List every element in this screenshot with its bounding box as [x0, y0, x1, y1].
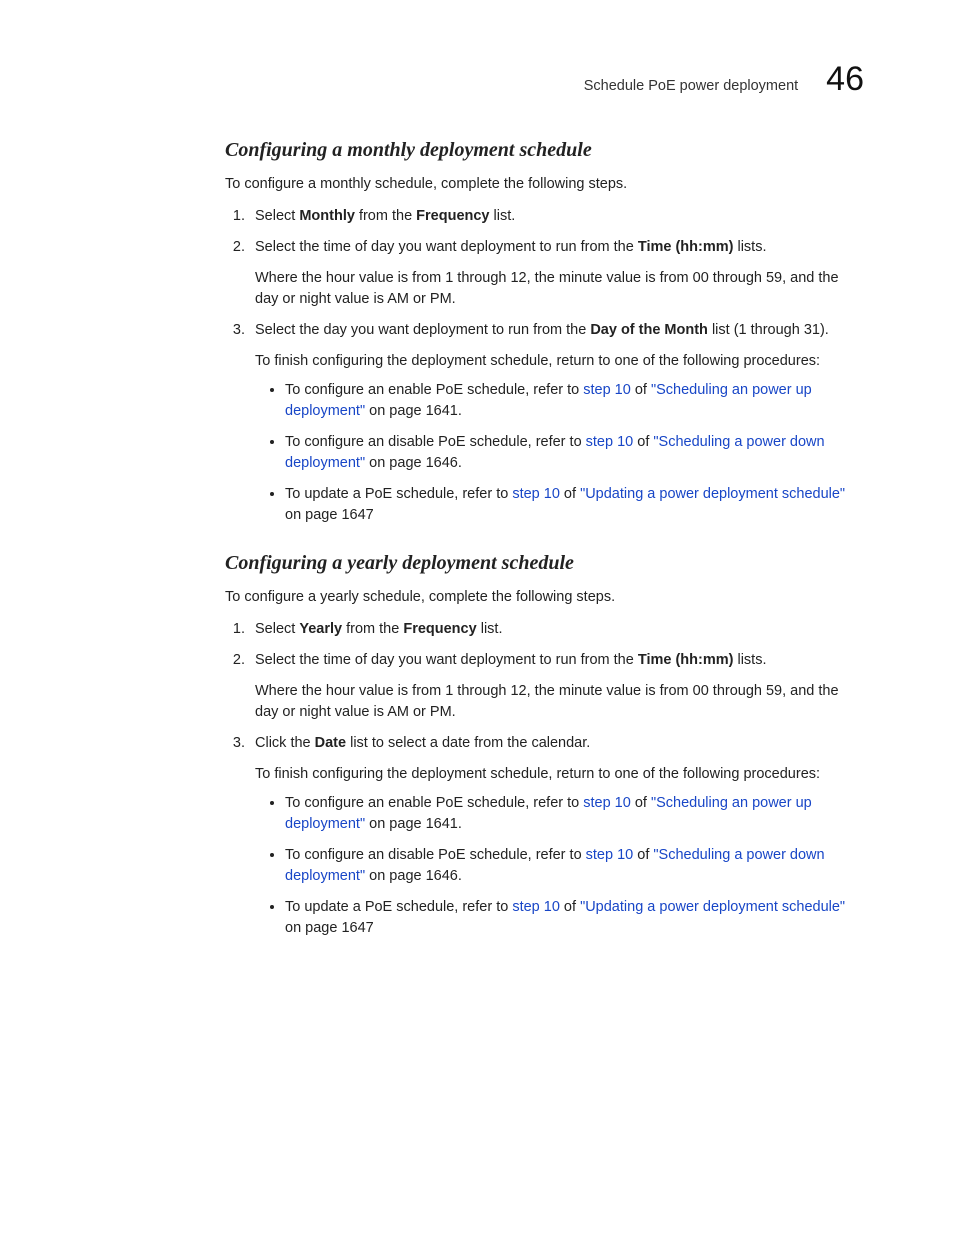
intro-monthly: To configure a monthly schedule, complet…: [225, 176, 864, 192]
bold-yearly: Yearly: [299, 621, 342, 637]
text: To update a PoE schedule, refer to: [285, 899, 512, 915]
bold-frequency: Frequency: [416, 208, 489, 224]
text: Select the time of day you want deployme…: [255, 652, 638, 668]
bullet-update: To update a PoE schedule, refer to step …: [285, 484, 864, 526]
intro-yearly: To configure a yearly schedule, complete…: [225, 589, 864, 605]
link-step10[interactable]: step 10: [512, 899, 560, 915]
bold-time: Time (hh:mm): [638, 652, 734, 668]
text: on page 1647: [285, 507, 374, 523]
finish-bullets: To configure an enable PoE schedule, ref…: [255, 380, 864, 526]
text: To configure an disable PoE schedule, re…: [285, 434, 586, 450]
text: list to select a date from the calendar.: [346, 735, 590, 751]
text: on page 1641.: [365, 816, 462, 832]
text: Select: [255, 621, 299, 637]
text: on page 1646.: [365, 868, 462, 884]
page: Schedule PoE power deployment 46 Configu…: [0, 0, 954, 1005]
content: Configuring a monthly deployment schedul…: [225, 139, 864, 939]
link-update[interactable]: "Updating a power deployment schedule": [580, 899, 845, 915]
finish-intro: To finish configuring the deployment sch…: [255, 351, 864, 372]
text: of: [633, 847, 653, 863]
link-step10[interactable]: step 10: [512, 486, 560, 502]
text: To configure an enable PoE schedule, ref…: [285, 382, 583, 398]
bold-time: Time (hh:mm): [638, 239, 734, 255]
link-step10[interactable]: step 10: [583, 382, 631, 398]
bullet-disable: To configure an disable PoE schedule, re…: [285, 432, 864, 474]
step-1: Select Monthly from the Frequency list.: [249, 206, 864, 227]
link-step10[interactable]: step 10: [586, 434, 634, 450]
steps-monthly: Select Monthly from the Frequency list. …: [225, 206, 864, 526]
page-header: Schedule PoE power deployment 46: [100, 60, 864, 99]
text: on page 1647: [285, 920, 374, 936]
step-3: Select the day you want deployment to ru…: [249, 320, 864, 526]
text: of: [633, 434, 653, 450]
running-title: Schedule PoE power deployment: [584, 78, 798, 94]
link-update[interactable]: "Updating a power deployment schedule": [580, 486, 845, 502]
text: of: [560, 899, 580, 915]
text: from the: [342, 621, 403, 637]
text: Select the time of day you want deployme…: [255, 239, 638, 255]
step-3: Click the Date list to select a date fro…: [249, 733, 864, 939]
text: Select the day you want deployment to ru…: [255, 322, 590, 338]
link-step10[interactable]: step 10: [586, 847, 634, 863]
finish-intro: To finish configuring the deployment sch…: [255, 764, 864, 785]
text: of: [631, 795, 651, 811]
text: list (1 through 31).: [708, 322, 829, 338]
text: on page 1641.: [365, 403, 462, 419]
step-2: Select the time of day you want deployme…: [249, 650, 864, 723]
text: Click the: [255, 735, 315, 751]
steps-yearly: Select Yearly from the Frequency list. S…: [225, 619, 864, 939]
link-step10[interactable]: step 10: [583, 795, 631, 811]
step-1: Select Yearly from the Frequency list.: [249, 619, 864, 640]
text: lists.: [733, 652, 766, 668]
text: list.: [490, 208, 516, 224]
text: of: [631, 382, 651, 398]
bullet-enable: To configure an enable PoE schedule, ref…: [285, 380, 864, 422]
bullet-update: To update a PoE schedule, refer to step …: [285, 897, 864, 939]
bold-date: Date: [315, 735, 346, 751]
finish-bullets: To configure an enable PoE schedule, ref…: [255, 793, 864, 939]
text: from the: [355, 208, 416, 224]
chapter-number: 46: [826, 60, 864, 99]
bullet-enable: To configure an enable PoE schedule, ref…: [285, 793, 864, 835]
text: To update a PoE schedule, refer to: [285, 486, 512, 502]
step-2: Select the time of day you want deployme…: [249, 237, 864, 310]
step-2-note: Where the hour value is from 1 through 1…: [255, 268, 864, 310]
text: Select: [255, 208, 299, 224]
bold-day-of-month: Day of the Month: [590, 322, 708, 338]
step-2-note: Where the hour value is from 1 through 1…: [255, 681, 864, 723]
text: on page 1646.: [365, 455, 462, 471]
text: of: [560, 486, 580, 502]
text: To configure an enable PoE schedule, ref…: [285, 795, 583, 811]
bold-monthly: Monthly: [299, 208, 355, 224]
text: To configure an disable PoE schedule, re…: [285, 847, 586, 863]
section-heading-yearly: Configuring a yearly deployment schedule: [225, 552, 864, 575]
text: lists.: [733, 239, 766, 255]
text: list.: [477, 621, 503, 637]
section-heading-monthly: Configuring a monthly deployment schedul…: [225, 139, 864, 162]
bold-frequency: Frequency: [403, 621, 476, 637]
bullet-disable: To configure an disable PoE schedule, re…: [285, 845, 864, 887]
